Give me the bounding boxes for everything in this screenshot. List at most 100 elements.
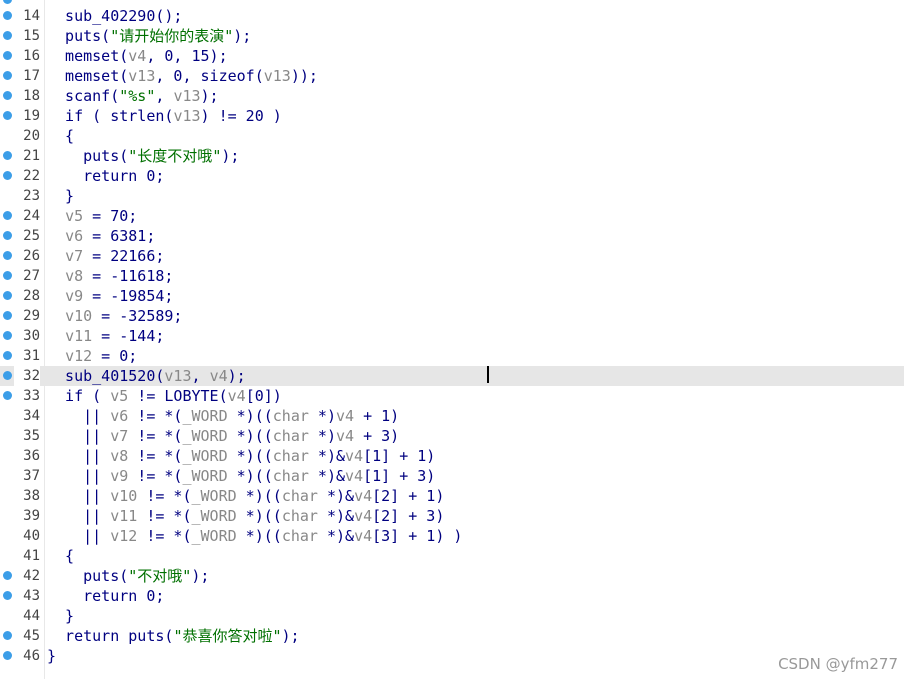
code-token: != *( — [128, 467, 183, 485]
breakpoint-dot-icon[interactable] — [3, 371, 12, 380]
code-text[interactable]: || v9 != *(_WORD *)((char *)&v4[1] + 3) — [47, 466, 435, 486]
code-line[interactable]: 27 v8 = -11618; — [0, 266, 904, 286]
code-token: != *( — [137, 507, 192, 525]
code-line[interactable]: 23 } — [0, 186, 904, 206]
breakpoint-dot-icon[interactable] — [3, 571, 12, 580]
code-text[interactable]: v9 = -19854; — [47, 286, 173, 306]
code-line[interactable]: 37 || v9 != *(_WORD *)((char *)&v4[1] + … — [0, 466, 904, 486]
code-token: || — [47, 487, 111, 505]
code-text[interactable]: return 0; — [47, 166, 164, 186]
code-line[interactable]: 25 v6 = 6381; — [0, 226, 904, 246]
code-token: [3] + 1) ) — [372, 527, 463, 545]
code-text[interactable]: v10 = -32589; — [47, 306, 182, 326]
code-line[interactable]: 35 || v7 != *(_WORD *)((char *)v4 + 3) — [0, 426, 904, 446]
code-line[interactable]: 44 } — [0, 606, 904, 626]
line-number: 29 — [23, 308, 40, 324]
code-text[interactable]: v6 = 6381; — [47, 226, 155, 246]
code-text[interactable]: puts("请开始你的表演"); — [47, 26, 251, 46]
code-line[interactable]: 31 v12 = 0; — [0, 346, 904, 366]
code-text[interactable]: v5 = 70; — [47, 206, 137, 226]
breakpoint-dot-icon[interactable] — [3, 11, 12, 20]
code-line[interactable]: 14 sub_402290(); — [0, 6, 904, 26]
breakpoint-dot-icon[interactable] — [3, 251, 12, 260]
breakpoint-dot-icon[interactable] — [3, 111, 12, 120]
breakpoint-dot-icon[interactable] — [3, 151, 12, 160]
line-number: 43 — [23, 588, 40, 604]
code-text[interactable]: || v7 != *(_WORD *)((char *)v4 + 3) — [47, 426, 399, 446]
code-text[interactable]: scanf("%s", v13); — [47, 86, 219, 106]
code-text[interactable]: if ( strlen(v13) != 20 ) — [47, 106, 282, 126]
code-text[interactable]: || v12 != *(_WORD *)((char *)&v4[3] + 1)… — [47, 526, 462, 546]
code-text[interactable]: || v10 != *(_WORD *)((char *)&v4[2] + 1) — [47, 486, 444, 506]
code-text[interactable]: v7 = 22166; — [47, 246, 164, 266]
breakpoint-dot-icon[interactable] — [3, 391, 12, 400]
code-text[interactable]: memset(v4, 0, 15); — [47, 46, 228, 66]
breakpoint-dot-icon[interactable] — [3, 651, 12, 660]
code-text[interactable]: } — [47, 646, 56, 666]
code-line[interactable]: 45 return puts("恭喜你答对啦"); — [0, 626, 904, 646]
code-text[interactable]: puts("不对哦"); — [47, 566, 209, 586]
line-number: 17 — [23, 68, 40, 84]
code-text[interactable]: v8 = -11618; — [47, 266, 173, 286]
code-text[interactable]: { — [47, 546, 74, 566]
code-line[interactable]: 42 puts("不对哦"); — [0, 566, 904, 586]
code-text[interactable]: } — [47, 186, 74, 206]
breakpoint-dot-icon[interactable] — [3, 211, 12, 220]
code-line[interactable]: 43 return 0; — [0, 586, 904, 606]
code-token: *)(( — [227, 427, 273, 445]
code-line[interactable]: 41 { — [0, 546, 904, 566]
breakpoint-dot-icon[interactable] — [3, 331, 12, 340]
code-line[interactable]: 40 || v12 != *(_WORD *)((char *)&v4[3] +… — [0, 526, 904, 546]
code-text[interactable]: v12 = 0; — [47, 346, 137, 366]
code-text[interactable]: || v8 != *(_WORD *)((char *)&v4[1] + 1) — [47, 446, 435, 466]
breakpoint-dot-icon[interactable] — [3, 631, 12, 640]
code-line[interactable]: 15 puts("请开始你的表演"); — [0, 26, 904, 46]
code-line[interactable]: 16 memset(v4, 0, 15); — [0, 46, 904, 66]
breakpoint-dot-icon[interactable] — [3, 351, 12, 360]
code-line[interactable]: 33 if ( v5 != LOBYTE(v4[0]) — [0, 386, 904, 406]
code-line[interactable]: 30 v11 = -144; — [0, 326, 904, 346]
code-text[interactable]: return 0; — [47, 586, 164, 606]
code-line[interactable]: 21 puts("长度不对哦"); — [0, 146, 904, 166]
code-line[interactable]: 34 || v6 != *(_WORD *)((char *)v4 + 1) — [0, 406, 904, 426]
code-text[interactable]: } — [47, 606, 74, 626]
code-line[interactable]: 39 || v11 != *(_WORD *)((char *)&v4[2] +… — [0, 506, 904, 526]
code-text[interactable]: if ( v5 != LOBYTE(v4[0]) — [47, 386, 282, 406]
code-text[interactable]: || v6 != *(_WORD *)((char *)v4 + 1) — [47, 406, 399, 426]
code-line[interactable]: 17 memset(v13, 0, sizeof(v13)); — [0, 66, 904, 86]
breakpoint-dot-icon[interactable] — [3, 311, 12, 320]
pseudocode-editor[interactable]: 14 sub_402290(); 15 puts("请开始你的表演"); 16 me… — [0, 0, 904, 679]
identifier-token: v9 — [110, 467, 129, 485]
code-text[interactable]: memset(v13, 0, sizeof(v13)); — [47, 66, 318, 86]
code-line[interactable]: 36 || v8 != *(_WORD *)((char *)&v4[1] + … — [0, 446, 904, 466]
code-line[interactable]: 46} — [0, 646, 904, 666]
breakpoint-dot-icon[interactable] — [3, 91, 12, 100]
code-text[interactable]: { — [47, 126, 74, 146]
code-line[interactable]: 28 v9 = -19854; — [0, 286, 904, 306]
code-line[interactable]: 32 sub_401520(v13, v4); — [0, 366, 904, 386]
code-line[interactable]: 38 || v10 != *(_WORD *)((char *)&v4[2] +… — [0, 486, 904, 506]
code-text[interactable]: sub_401520(v13, v4); — [47, 366, 246, 386]
breakpoint-dot-icon[interactable] — [3, 0, 12, 4]
code-line[interactable]: 22 return 0; — [0, 166, 904, 186]
code-line[interactable]: 19 if ( strlen(v13) != 20 ) — [0, 106, 904, 126]
breakpoint-dot-icon[interactable] — [3, 31, 12, 40]
code-text[interactable]: puts("长度不对哦"); — [47, 146, 239, 166]
code-line[interactable]: 24 v5 = 70; — [0, 206, 904, 226]
breakpoint-dot-icon[interactable] — [3, 171, 12, 180]
code-line[interactable]: 29 v10 = -32589; — [0, 306, 904, 326]
breakpoint-dot-icon[interactable] — [3, 71, 12, 80]
code-text[interactable]: || v11 != *(_WORD *)((char *)&v4[2] + 3) — [47, 506, 444, 526]
breakpoint-dot-icon[interactable] — [3, 51, 12, 60]
code-line[interactable]: 26 v7 = 22166; — [0, 246, 904, 266]
code-text[interactable]: return puts("恭喜你答对啦"); — [47, 626, 300, 646]
breakpoint-dot-icon[interactable] — [3, 231, 12, 240]
code-line[interactable]: 20 { — [0, 126, 904, 146]
breakpoint-dot-icon[interactable] — [3, 271, 12, 280]
breakpoint-dot-icon[interactable] — [3, 291, 12, 300]
code-text[interactable]: v11 = -144; — [47, 326, 164, 346]
code-text[interactable]: sub_402290(); — [47, 6, 182, 26]
breakpoint-dot-icon[interactable] — [3, 591, 12, 600]
code-line[interactable]: 18 scanf("%s", v13); — [0, 86, 904, 106]
